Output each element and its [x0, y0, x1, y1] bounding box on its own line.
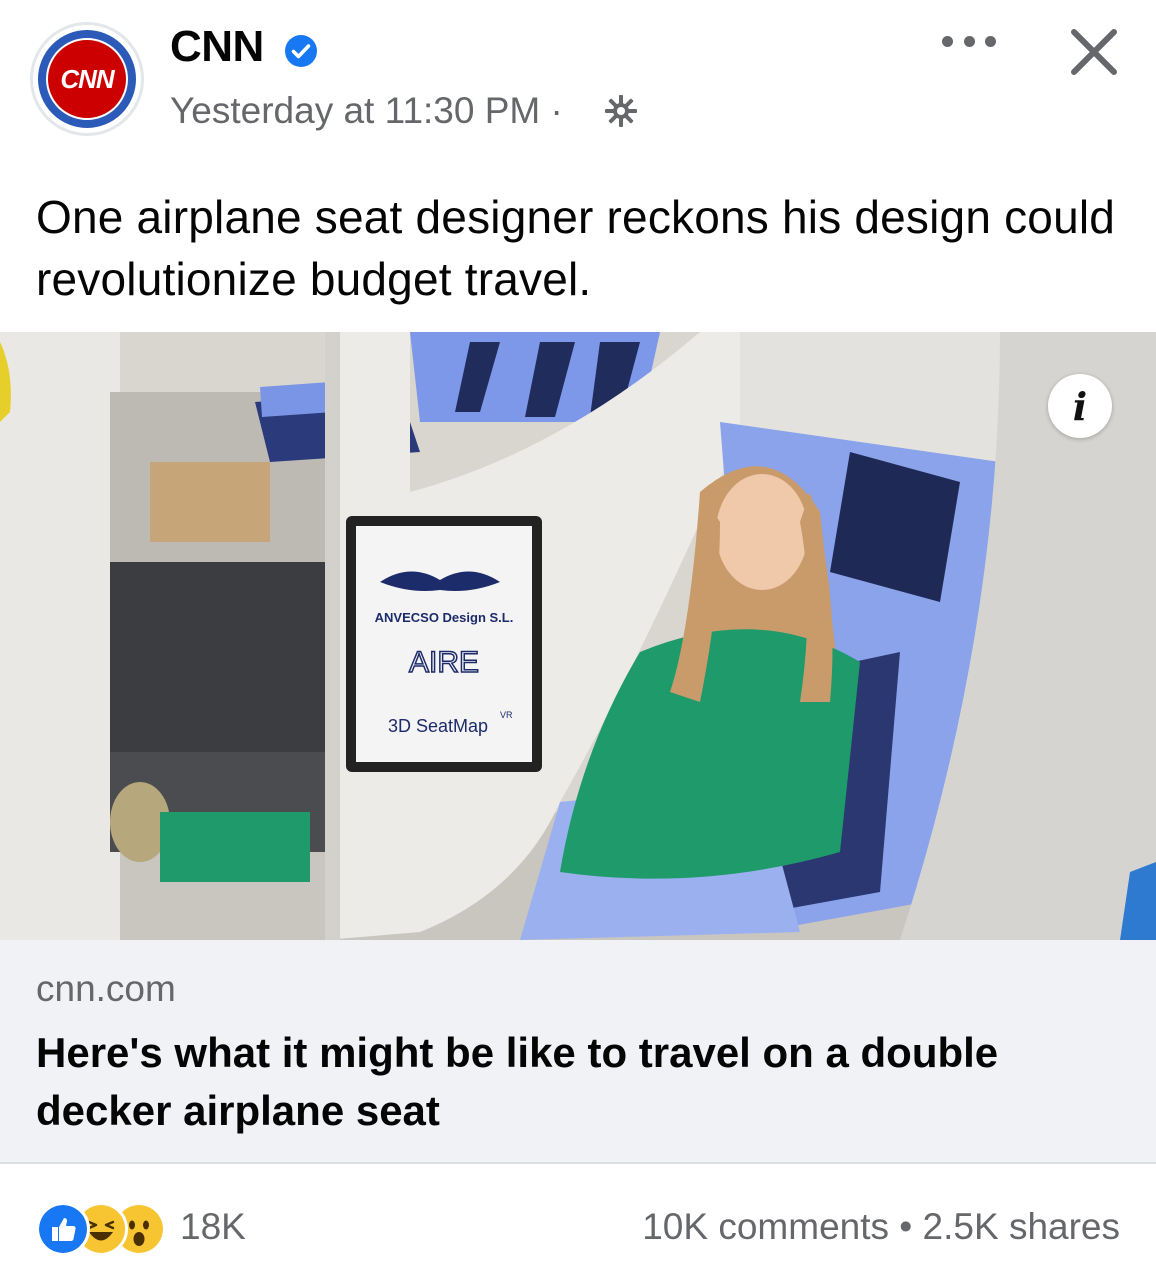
- link-title: Here's what it might be like to travel o…: [36, 1029, 999, 1134]
- link-preview-card[interactable]: cnn.com Here's what it might be like to …: [0, 940, 1156, 1162]
- engagement-separator: •: [899, 1206, 913, 1247]
- globe-icon: [605, 95, 637, 127]
- cnn-logo: CNN: [48, 40, 126, 118]
- shares-count[interactable]: 2.5K shares: [923, 1206, 1120, 1247]
- page-avatar[interactable]: CNN: [30, 22, 144, 136]
- timestamp-text: Yesterday at 11:30 PM: [170, 90, 541, 131]
- photo-info-button[interactable]: i: [1048, 374, 1112, 438]
- timestamp-separator: ·: [550, 90, 563, 131]
- page-name[interactable]: CNN: [170, 22, 264, 72]
- post-text: One airplane seat designer reckons his d…: [36, 191, 1116, 305]
- post-stats: 18K 10K comments • 2.5K shares: [0, 1164, 1156, 1280]
- avatar-ring: CNN: [38, 30, 136, 128]
- engagement-summary: 10K comments • 2.5K shares: [642, 1206, 1120, 1248]
- close-icon[interactable]: [1064, 22, 1124, 82]
- post-timestamp[interactable]: Yesterday at 11:30 PM ·: [170, 90, 563, 132]
- like-icon: [36, 1202, 90, 1256]
- more-options-icon[interactable]: [942, 26, 996, 56]
- sign-brand: ANVECSO Design S.L.: [375, 610, 514, 625]
- more-dot: [942, 35, 953, 47]
- link-domain: cnn.com: [36, 968, 176, 1009]
- verified-badge-icon: [285, 35, 317, 67]
- more-dot: [963, 35, 975, 47]
- post-header: CNN CNN Yesterday at 11:30 PM ·: [0, 0, 1156, 170]
- sign-product: 3D SeatMap: [388, 716, 488, 736]
- avatar-logo-text: CNN: [60, 63, 114, 94]
- comments-count[interactable]: 10K comments: [642, 1206, 889, 1247]
- reaction-count[interactable]: 18K: [180, 1206, 246, 1248]
- more-dot: [985, 35, 996, 47]
- sign-product-sup: VR: [500, 710, 513, 720]
- sign-logo: AIRE: [409, 646, 479, 679]
- photo-illustration: ANVECSO Design S.L. AIRE 3D SeatMap VR: [0, 332, 1156, 940]
- post-photo[interactable]: ANVECSO Design S.L. AIRE 3D SeatMap VR i: [0, 332, 1156, 940]
- reaction-icons[interactable]: [36, 1202, 176, 1256]
